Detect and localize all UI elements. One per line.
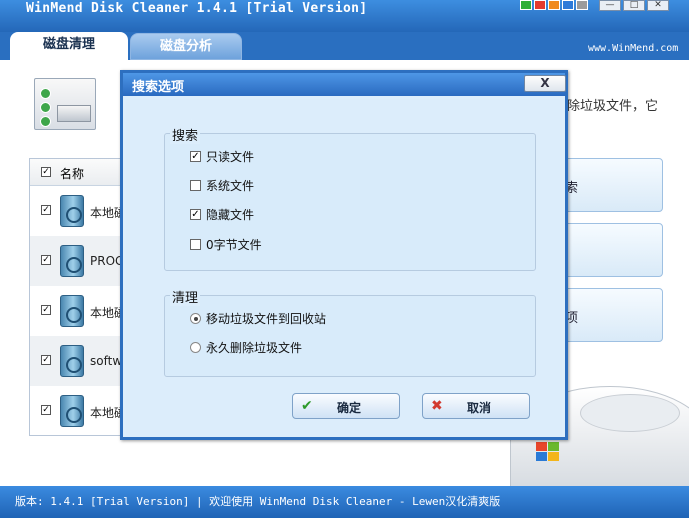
hard-disk-icon xyxy=(60,245,84,277)
column-name-header: 名称 xyxy=(60,167,85,181)
hard-disk-icon xyxy=(60,395,84,427)
radio-button[interactable] xyxy=(190,313,201,324)
option-label: 系统文件 xyxy=(206,179,255,193)
list-item[interactable]: ✓ 本地磁 xyxy=(30,186,124,236)
dialog-title-bar[interactable]: 搜索选项 X xyxy=(123,73,566,96)
skin-swatch-orange[interactable] xyxy=(548,0,560,10)
drive-checkbox[interactable]: ✓ xyxy=(41,355,51,365)
ok-button-label: 确定 xyxy=(337,401,362,415)
checkbox[interactable] xyxy=(190,180,201,191)
list-item[interactable]: ✓ 本地磁 xyxy=(30,286,124,336)
list-item[interactable]: ✓ 本地磁 xyxy=(30,386,124,435)
feature-description: 除垃圾文件，它 xyxy=(567,99,659,114)
status-bar: 版本: 1.4.1 [Trial Version] | 欢迎使用 WinMend… xyxy=(0,486,689,518)
hard-disk-icon xyxy=(60,295,84,327)
website-link[interactable]: www.WinMend.com xyxy=(588,43,678,54)
option-label: 永久删除垃圾文件 xyxy=(206,341,303,355)
list-item[interactable]: ✓ softwa xyxy=(30,336,124,386)
list-item[interactable]: ✓ PROGR xyxy=(30,236,124,286)
dialog-title: 搜索选项 xyxy=(132,80,185,95)
hard-disk-icon xyxy=(60,345,84,377)
options-button[interactable]: 项 xyxy=(560,288,663,342)
restore-button[interactable]: □ xyxy=(623,0,645,11)
drive-checkbox[interactable]: ✓ xyxy=(41,305,51,315)
checkbox[interactable]: ✓ xyxy=(190,151,201,162)
dialog-close-button[interactable]: X xyxy=(524,75,566,92)
list-header: ✓ 名称 xyxy=(30,159,124,186)
scan-button[interactable]: 索 xyxy=(560,158,663,212)
search-group: 搜索 ✓ 只读文件 系统文件 ✓ 隐藏文件 0字节文件 xyxy=(164,125,536,271)
checkbox[interactable] xyxy=(190,239,201,250)
skin-swatch-blue[interactable] xyxy=(562,0,574,10)
minimize-button[interactable]: — xyxy=(599,0,621,11)
check-icon xyxy=(40,88,51,99)
clean-button[interactable] xyxy=(560,223,663,277)
option-label: 移动垃圾文件到回收站 xyxy=(206,312,327,326)
skin-swatch-green[interactable] xyxy=(520,0,532,10)
radio-button[interactable] xyxy=(190,342,201,353)
select-all-checkbox[interactable]: ✓ xyxy=(41,167,51,177)
clean-group: 清理 移动垃圾文件到回收站 永久删除垃圾文件 xyxy=(164,287,536,377)
check-icon xyxy=(40,102,51,113)
windows-logo-icon xyxy=(536,442,560,462)
drive-checkbox[interactable]: ✓ xyxy=(41,205,51,215)
tab-disk-analysis[interactable]: 磁盘分析 xyxy=(130,33,242,60)
option-label: 0字节文件 xyxy=(206,238,262,252)
title-bar: WinMend Disk Cleaner 1.4.1 [Trial Versio… xyxy=(0,0,689,32)
ok-button[interactable]: ✔ 确定 xyxy=(292,393,400,419)
search-group-label: 搜索 xyxy=(170,125,201,144)
skin-swatch-red[interactable] xyxy=(534,0,546,10)
tab-disk-cleanup[interactable]: 磁盘清理 xyxy=(10,32,128,60)
checkbox[interactable]: ✓ xyxy=(190,209,201,220)
hard-disk-icon xyxy=(60,195,84,227)
check-icon xyxy=(40,116,51,127)
skin-selector[interactable] xyxy=(520,0,588,10)
drive-checkbox[interactable]: ✓ xyxy=(41,405,51,415)
option-label: 只读文件 xyxy=(206,150,255,164)
drive-icon xyxy=(57,105,91,122)
drive-checkbox[interactable]: ✓ xyxy=(41,255,51,265)
status-text: 版本: 1.4.1 [Trial Version] | 欢迎使用 WinMend… xyxy=(15,495,501,508)
cancel-button[interactable]: ✖ 取消 xyxy=(422,393,530,419)
clean-group-label: 清理 xyxy=(170,287,201,306)
search-options-dialog: 搜索选项 X 搜索 ✓ 只读文件 系统文件 ✓ 隐藏文件 0字节文件 清理 移动… xyxy=(120,70,568,440)
cross-icon: ✖ xyxy=(431,398,443,414)
app-title: WinMend Disk Cleaner 1.4.1 [Trial Versio… xyxy=(26,1,368,16)
disk-cleanup-logo-icon xyxy=(34,78,96,130)
skin-swatch-gray[interactable] xyxy=(576,0,588,10)
check-icon: ✔ xyxy=(301,398,313,414)
drive-list: ✓ 名称 ✓ 本地磁 ✓ PROGR ✓ 本地磁 ✓ softwa ✓ 本地磁 xyxy=(29,158,125,436)
cancel-button-label: 取消 xyxy=(467,401,492,415)
dialog-body: 搜索 ✓ 只读文件 系统文件 ✓ 隐藏文件 0字节文件 清理 移动垃圾文件到回收… xyxy=(126,99,562,437)
option-label: 隐藏文件 xyxy=(206,208,255,222)
close-button[interactable]: ✕ xyxy=(647,0,669,11)
